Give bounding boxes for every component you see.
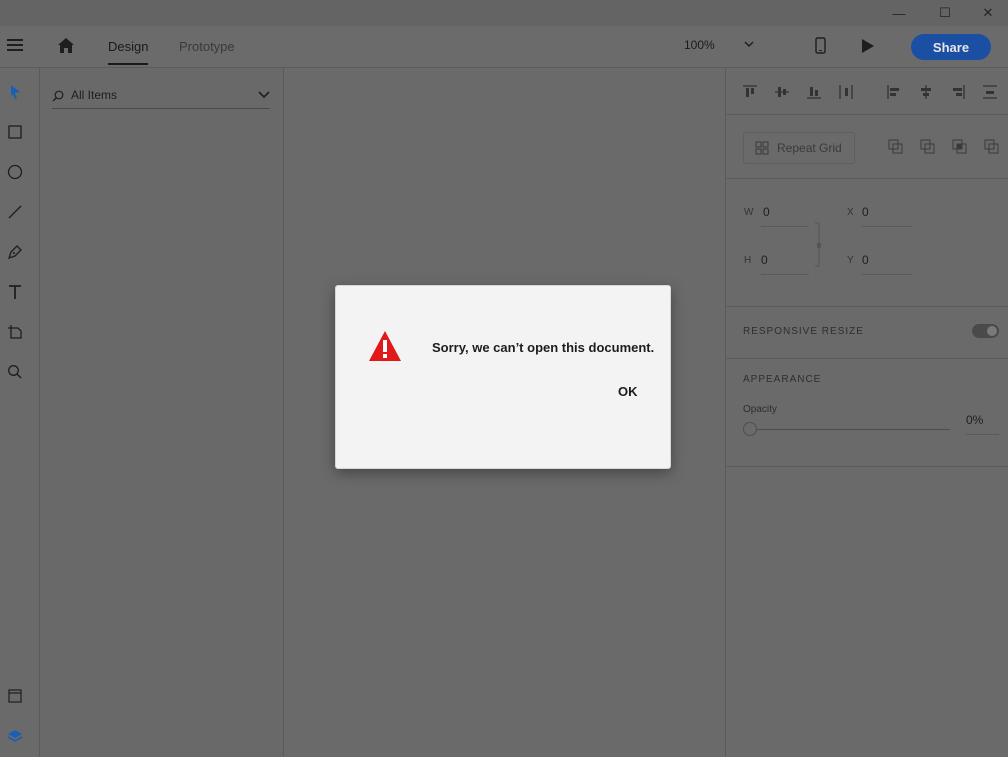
align-bottom-icon[interactable] (806, 84, 822, 100)
select-tool[interactable] (4, 81, 26, 103)
minimize-button[interactable]: — (876, 0, 922, 26)
opacity-label: Opacity (743, 404, 777, 415)
align-center-icon[interactable] (918, 84, 934, 100)
minimize-icon: — (892, 5, 906, 21)
appearance-label: APPEARANCE (743, 374, 822, 385)
home-button[interactable] (57, 37, 75, 54)
repeat-grid-label: Repeat Grid (777, 141, 842, 155)
play-preview-button[interactable] (860, 38, 876, 54)
close-button[interactable]: ✕ (968, 0, 1008, 26)
layers-filter-dropdown[interactable]: All Items (52, 86, 270, 109)
opacity-slider-handle[interactable] (743, 422, 757, 436)
line-icon (8, 205, 22, 219)
boolean-exclude-icon[interactable] (984, 139, 1000, 155)
boolean-subtract-icon[interactable] (920, 139, 936, 155)
rectangle-icon (8, 125, 22, 139)
pen-tool[interactable] (4, 241, 26, 263)
height-label: H (744, 255, 752, 266)
opacity-slider-track[interactable] (748, 429, 950, 430)
divider (761, 274, 809, 275)
responsive-resize-toggle[interactable] (972, 324, 999, 338)
play-icon (862, 39, 874, 53)
tab-prototype[interactable]: Prototype (179, 39, 235, 54)
error-dialog: Sorry, we can’t open this document. OK (335, 285, 671, 469)
home-icon (58, 38, 74, 53)
divider (862, 226, 912, 227)
line-tool[interactable] (4, 201, 26, 223)
x-position-field[interactable]: 0 (862, 205, 869, 219)
maximize-icon: ☐ (939, 5, 951, 20)
lock-aspect-icon[interactable] (814, 222, 822, 270)
responsive-resize-label: RESPONSIVE RESIZE (743, 326, 864, 337)
active-tab-indicator (108, 63, 148, 65)
align-top-icon[interactable] (742, 84, 758, 100)
layers-filter-label: All Items (71, 88, 118, 102)
opacity-field[interactable]: 0% (966, 413, 983, 427)
layers-panel: All Items (40, 68, 284, 757)
distribute-horizontal-icon[interactable] (838, 84, 854, 100)
text-icon (9, 285, 21, 299)
assets-panel-button[interactable] (4, 685, 26, 707)
device-preview-button[interactable] (814, 37, 828, 55)
width-field[interactable]: 0 (763, 205, 770, 219)
artboard-icon (8, 325, 22, 339)
share-button[interactable]: Share (911, 34, 991, 60)
app-header: Design Prototype 100% Share (0, 26, 1008, 68)
zoom-tool[interactable] (4, 361, 26, 383)
maximize-button[interactable]: ☐ (922, 0, 968, 26)
toggle-knob (987, 326, 997, 336)
tools-toolbar (0, 68, 40, 757)
y-position-field[interactable]: 0 (862, 253, 869, 267)
divider (966, 434, 999, 435)
divider (726, 466, 1008, 467)
close-icon: ✕ (982, 5, 994, 20)
layers-icon (7, 730, 23, 742)
rectangle-tool[interactable] (4, 121, 26, 143)
zoom-level[interactable]: 100% (684, 38, 715, 52)
assets-icon (8, 689, 22, 703)
error-message: Sorry, we can’t open this document. (432, 340, 655, 355)
x-label: X (847, 207, 854, 218)
align-right-icon[interactable] (950, 84, 966, 100)
align-left-icon[interactable] (886, 84, 902, 100)
chevron-down-icon (258, 91, 270, 99)
hamburger-icon (7, 39, 23, 51)
tab-design[interactable]: Design (108, 39, 148, 54)
magnifier-icon (8, 365, 22, 379)
layers-panel-button[interactable] (4, 725, 26, 747)
ok-button[interactable]: OK (614, 382, 642, 401)
search-icon (52, 90, 64, 102)
property-inspector: Repeat Grid W 0 H 0 X 0 Y 0 RESPONSIVE R… (725, 68, 1008, 757)
align-toolbar (742, 84, 1002, 100)
height-field[interactable]: 0 (761, 253, 768, 267)
distribute-vertical-icon[interactable] (982, 84, 998, 100)
divider (726, 306, 1008, 307)
chevron-down-icon (744, 41, 754, 48)
text-tool[interactable] (4, 281, 26, 303)
ellipse-tool[interactable] (4, 161, 26, 183)
pointer-icon (11, 85, 20, 99)
boolean-add-icon[interactable] (888, 139, 904, 155)
zoom-dropdown-button[interactable] (744, 37, 754, 51)
boolean-intersect-icon[interactable] (952, 139, 968, 155)
repeat-grid-icon (755, 141, 769, 155)
divider (726, 358, 1008, 359)
mobile-device-icon (815, 37, 826, 54)
y-label: Y (847, 255, 854, 266)
warning-icon (369, 331, 401, 361)
divider (862, 274, 912, 275)
title-bar: — ☐ ✕ (0, 0, 1008, 26)
divider (726, 178, 1008, 179)
artboard-tool[interactable] (4, 321, 26, 343)
repeat-grid-button[interactable]: Repeat Grid (743, 132, 855, 164)
hamburger-menu-button[interactable] (7, 38, 23, 52)
ellipse-icon (7, 164, 23, 180)
pen-icon (7, 245, 22, 260)
align-middle-icon[interactable] (774, 84, 790, 100)
divider (761, 226, 809, 227)
width-label: W (744, 207, 754, 218)
divider (726, 114, 1008, 115)
